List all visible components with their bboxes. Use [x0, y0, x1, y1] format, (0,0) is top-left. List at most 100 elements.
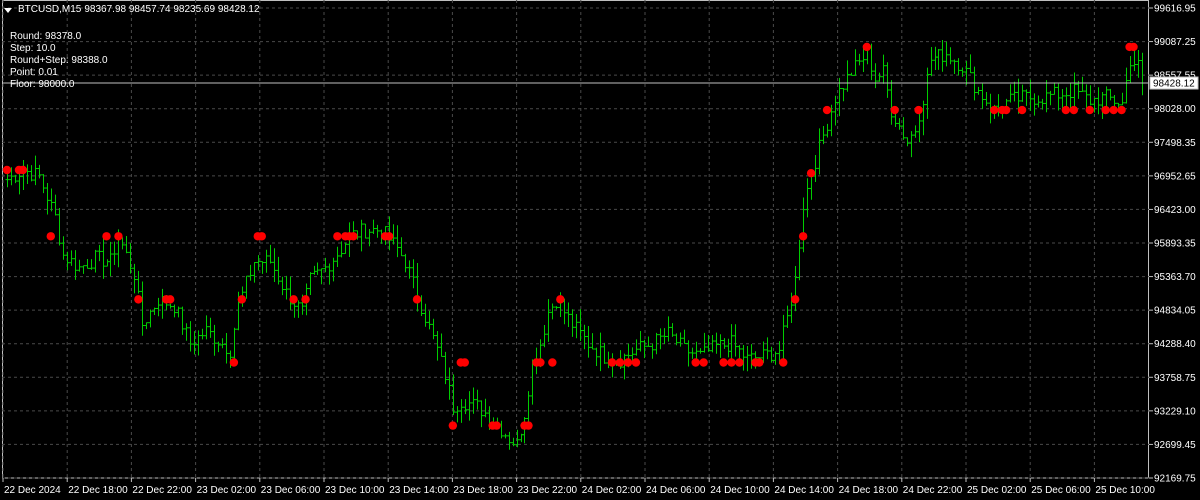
ohlc-bar — [873, 63, 878, 89]
time-axis-label: 25 Dec 06:00 — [1031, 485, 1091, 496]
time-axis-label: 24 Dec 02:00 — [582, 485, 642, 496]
ohlc-bar — [678, 332, 683, 347]
price-axis-label: 94288.40 — [1154, 339, 1196, 350]
ohlc-bar — [1084, 84, 1089, 109]
ohlc-bar — [845, 60, 850, 92]
round-level-marker — [349, 232, 358, 241]
price-axis-label: 96952.65 — [1154, 171, 1196, 182]
ohlc-values: 98367.98 98457.74 98235.69 98428.12 — [84, 4, 260, 15]
ohlc-bar — [745, 345, 750, 372]
ohlc-bar — [1140, 52, 1145, 96]
ohlc-bar — [431, 318, 436, 340]
ohlc-bar — [805, 178, 810, 218]
ohlc-bar — [17, 171, 22, 195]
ohlc-bar — [1020, 84, 1025, 102]
round-level-marker — [492, 421, 501, 430]
round-level-marker — [1117, 105, 1126, 115]
ohlc-bar — [371, 219, 376, 234]
ohlc-bar — [168, 303, 173, 309]
time-axis-label: 24 Dec 18:00 — [839, 485, 899, 496]
ohlc-bar — [1128, 56, 1133, 84]
ohlc-bar — [21, 159, 26, 190]
ohlc-bar — [459, 399, 464, 423]
ohlc-bar — [1056, 83, 1061, 111]
round-level-marker — [384, 232, 394, 241]
ohlc-bar — [280, 276, 285, 296]
ohlc-bar — [817, 128, 822, 175]
round-level-marker — [1069, 105, 1079, 115]
ohlc-bar — [1080, 76, 1085, 93]
ohlc-bar — [260, 261, 265, 274]
round-level-marker — [1017, 105, 1027, 115]
ohlc-bar — [765, 337, 770, 360]
ohlc-bar — [33, 155, 38, 186]
chart-title-bar: BTCUSD,M15 98367.98 98457.74 98235.69 98… — [4, 4, 260, 16]
ohlc-bar — [638, 330, 643, 352]
ohlc-bar — [335, 246, 340, 268]
ohlc-bar — [1008, 84, 1013, 103]
ohlc-bar — [948, 47, 953, 65]
round-level-marker — [166, 295, 175, 304]
ohlc-bar — [881, 54, 886, 84]
ohlc-bar — [702, 332, 707, 353]
ohlc-bar — [952, 59, 957, 75]
ohlc-bar — [825, 123, 830, 138]
ohlc-bar — [69, 250, 74, 266]
chart-window[interactable]: 99616.95 99087.25 98557.55 98028.00 97498.35… — [0, 0, 1200, 500]
ohlc-bar — [570, 309, 575, 337]
collapse-triangle-icon[interactable] — [4, 7, 12, 13]
ohlc-bar — [105, 259, 110, 267]
round-level-marker — [914, 105, 923, 115]
round-level-marker — [237, 295, 247, 304]
ohlc-bar — [467, 391, 472, 421]
time-axis-label: 22 Dec 18:00 — [68, 485, 128, 496]
time-axis-label: 23 Dec 14:00 — [389, 485, 449, 496]
indicator-info-panel: Round: 98378.0 Step: 10.0 Round+Step: 98… — [10, 31, 108, 91]
price-axis-label: 96423.00 — [1154, 205, 1196, 216]
ohlc-bar — [972, 66, 977, 101]
ohlc-bar — [921, 100, 926, 136]
ohlc-bar — [172, 304, 177, 318]
round-level-marker — [134, 295, 143, 304]
ohlc-bar — [546, 299, 551, 342]
ohlc-bar — [483, 398, 488, 418]
ohlc-bar — [331, 257, 336, 282]
ohlc-bar — [471, 387, 476, 414]
price-chart[interactable]: 99616.9599087.2598557.5598028.0097498.35… — [0, 0, 1200, 500]
ohlc-bar — [136, 270, 141, 294]
ohlc-bar — [315, 262, 320, 275]
ohlc-bar — [841, 88, 846, 102]
ohlc-bar — [590, 333, 595, 350]
ohlc-bar — [124, 235, 129, 254]
point-value: Point: 0.01 — [10, 67, 58, 78]
round-level-marker — [790, 295, 800, 304]
ohlc-bar — [1040, 98, 1045, 110]
ohlc-bar — [375, 224, 380, 238]
ohlc-bar — [1108, 88, 1113, 101]
ohlc-bar — [622, 353, 627, 380]
time-axis-label: 22 Dec 2024 — [4, 485, 61, 496]
ohlc-bar — [511, 437, 516, 447]
round-level-marker — [229, 358, 239, 367]
ohlc-bar — [574, 313, 579, 339]
ohlc-bar — [670, 323, 675, 337]
round-level-marker — [755, 358, 764, 367]
time-axis-label: 23 Dec 10:00 — [325, 485, 385, 496]
round-level-marker — [460, 358, 469, 367]
ohlc-bar — [73, 250, 78, 280]
round-level-marker — [607, 358, 617, 367]
ohlc-bar — [61, 236, 66, 260]
ohlc-bar — [781, 314, 786, 362]
ohlc-bar — [312, 265, 317, 275]
ohlc-bar — [773, 351, 778, 365]
ohlc-bar — [741, 344, 746, 371]
ohlc-bar — [339, 241, 344, 258]
ohlc-bar — [403, 253, 408, 273]
ohlc-bar — [140, 281, 145, 336]
ohlc-bar — [395, 225, 400, 258]
ohlc-bar — [1124, 67, 1129, 104]
ohlc-bar — [507, 431, 512, 450]
chart-frame — [2, 0, 1149, 479]
ohlc-bar — [37, 164, 42, 179]
ohlc-bar — [646, 336, 651, 347]
